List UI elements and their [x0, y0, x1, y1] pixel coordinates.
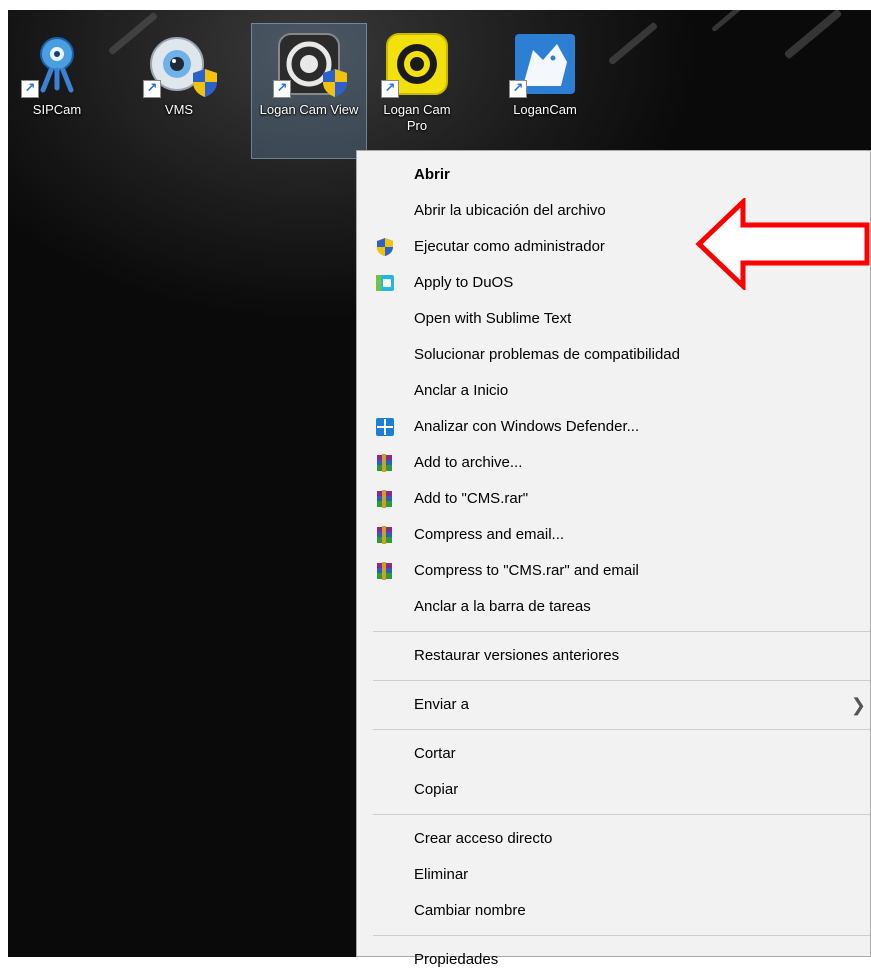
menu-item-label: Solucionar problemas de compatibilidad [414, 346, 680, 363]
desktop-icon-label: SIPCam [32, 102, 82, 117]
menu-item-label: Cortar [414, 745, 456, 762]
menu-item-label: Anclar a Inicio [414, 382, 509, 399]
menu-item-propiedades[interactable]: Propiedades [357, 942, 870, 978]
menu-separator [373, 814, 870, 815]
menu-item-label: Propiedades [414, 951, 499, 968]
desktop-icon-label: Logan Cam View [259, 102, 359, 117]
menu-separator [373, 631, 870, 632]
menu-separator [373, 680, 870, 681]
menu-item-add-to-cms-rar[interactable]: Add to "CMS.rar" [357, 481, 870, 517]
menu-item-cambiar-nombre[interactable]: Cambiar nombre [357, 893, 870, 929]
uac-shield-icon [377, 238, 393, 256]
menu-item-label: Abrir [414, 166, 450, 183]
winrar-icon [377, 526, 392, 544]
menu-item-compress-to-cms-rar-email[interactable]: Compress to "CMS.rar" and email [357, 553, 870, 589]
menu-item-label: Compress and email... [414, 526, 565, 543]
menu-separator [373, 729, 870, 730]
desktop-icon-label: LoganCam [513, 102, 577, 117]
menu-item-analizar-defender[interactable]: Analizar con Windows Defender... [357, 409, 870, 445]
menu-item-add-to-archive[interactable]: Add to archive... [357, 445, 870, 481]
menu-item-label: Restaurar versiones anteriores [414, 647, 620, 664]
desktop-icon-label: Logan Cam Pro [383, 102, 451, 133]
menu-item-label: Open with Sublime Text [414, 310, 572, 327]
annotation-arrow-icon [695, 198, 870, 290]
menu-item-label: Crear acceso directo [414, 830, 553, 847]
desktop-icon-sipcam[interactable]: ↗ SIPCam [19, 24, 95, 118]
menu-item-anclar-barra-tareas[interactable]: Anclar a la barra de tareas [357, 589, 870, 625]
shortcut-arrow-icon: ↗ [509, 80, 527, 98]
menu-item-label: Enviar a [414, 696, 470, 713]
desktop-icon-logan-cam-view[interactable]: ↗ Logan Cam View [251, 23, 367, 159]
menu-item-label: Compress to "CMS.rar" and email [414, 562, 639, 579]
winrar-icon [377, 454, 392, 472]
winrar-icon [377, 490, 392, 508]
menu-item-restaurar-versiones[interactable]: Restaurar versiones anteriores [357, 638, 870, 674]
menu-item-compress-and-email[interactable]: Compress and email... [357, 517, 870, 553]
shortcut-arrow-icon: ↗ [381, 80, 399, 98]
shortcut-arrow-icon: ↗ [273, 80, 291, 98]
logan-cam-view-icon: ↗ [273, 32, 347, 98]
menu-item-label: Anclar a la barra de tareas [414, 598, 591, 615]
menu-separator [373, 935, 870, 936]
menu-item-open-with-sublime[interactable]: Open with Sublime Text [357, 301, 870, 337]
duos-icon [376, 275, 394, 291]
desktop-icon-logan-cam-pro[interactable]: ↗ Logan Cam Pro [372, 24, 462, 134]
logancam-wolf-icon: ↗ [509, 32, 577, 98]
menu-item-copiar[interactable]: Copiar [357, 772, 870, 808]
menu-item-label: Copiar [414, 781, 459, 798]
shortcut-arrow-icon: ↗ [143, 80, 161, 98]
desktop-icon-label: VMS [164, 102, 194, 117]
desktop-icon-logancam[interactable]: ↗ LoganCam [500, 24, 590, 118]
menu-item-label: Add to "CMS.rar" [414, 490, 529, 507]
chevron-right-icon: ❯ [850, 695, 866, 715]
menu-item-label: Cambiar nombre [414, 902, 526, 919]
menu-item-eliminar[interactable]: Eliminar [357, 857, 870, 893]
winrar-icon [377, 562, 392, 580]
menu-item-label: Apply to DuOS [414, 274, 514, 291]
menu-item-label: Eliminar [414, 866, 469, 883]
logan-cam-pro-icon: ↗ [381, 32, 449, 98]
menu-item-abrir[interactable]: Abrir [357, 157, 870, 193]
security-camera-icon: ↗ [143, 32, 217, 98]
menu-item-crear-acceso-directo[interactable]: Crear acceso directo [357, 821, 870, 857]
menu-item-label: Analizar con Windows Defender... [414, 418, 640, 435]
menu-item-anclar-inicio[interactable]: Anclar a Inicio [357, 373, 870, 409]
webcam-icon: ↗ [21, 32, 89, 98]
menu-item-label: Add to archive... [414, 454, 523, 471]
menu-item-solucionar-compatibilidad[interactable]: Solucionar problemas de compatibilidad [357, 337, 870, 373]
menu-item-cortar[interactable]: Cortar [357, 736, 870, 772]
shortcut-arrow-icon: ↗ [21, 80, 39, 98]
menu-item-label: Ejecutar como administrador [414, 238, 605, 255]
windows-defender-icon [376, 418, 394, 436]
menu-item-enviar-a[interactable]: Enviar a ❯ [357, 687, 870, 723]
uac-shield-icon [193, 69, 217, 97]
menu-item-label: Abrir la ubicación del archivo [414, 202, 606, 219]
uac-shield-icon [323, 69, 347, 97]
desktop-icon-vms[interactable]: ↗ VMS [141, 24, 217, 118]
